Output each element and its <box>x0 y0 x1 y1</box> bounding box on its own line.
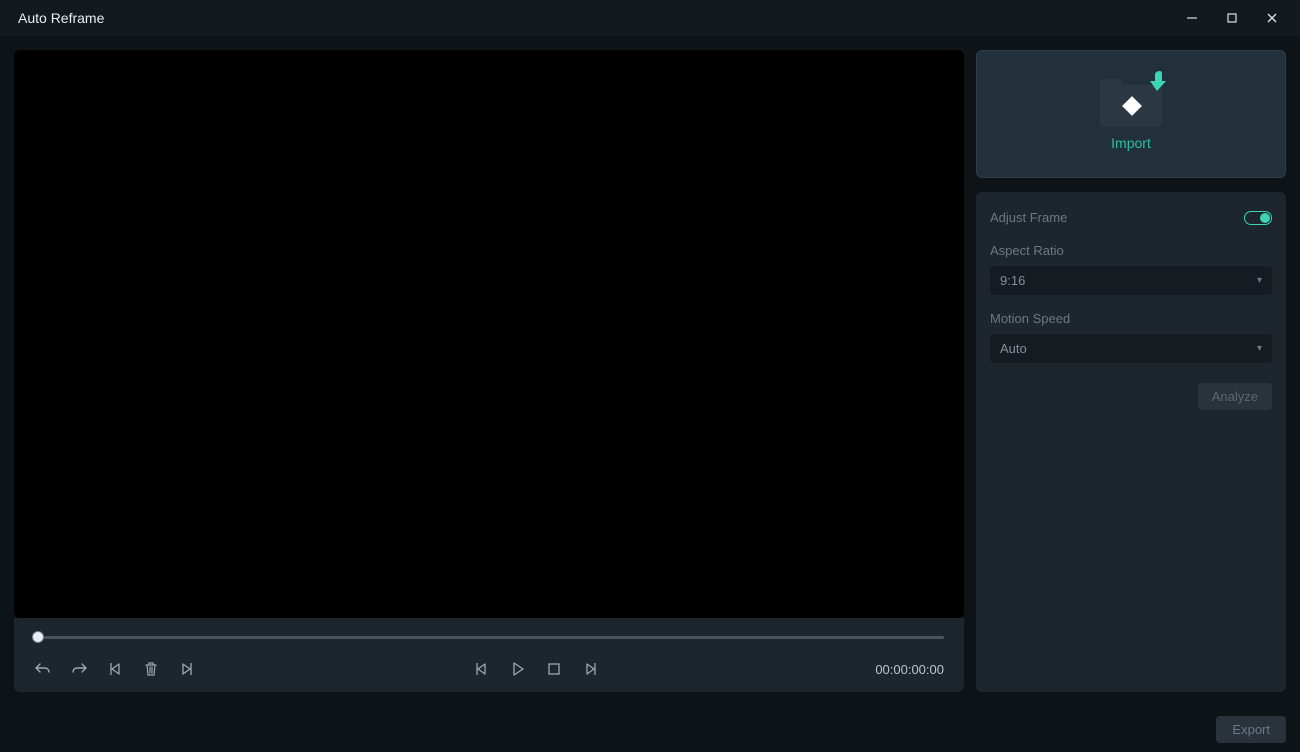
jump-end-button[interactable] <box>178 660 196 678</box>
motion-speed-value: Auto <box>1000 341 1027 356</box>
chevron-down-icon: ▾ <box>1257 343 1262 354</box>
logo-diamond-icon <box>1122 96 1142 116</box>
motion-speed-label: Motion Speed <box>990 311 1272 326</box>
timecode: 00:00:00:00 <box>875 662 944 677</box>
step-back-icon <box>474 661 490 677</box>
playhead[interactable] <box>32 631 44 643</box>
footer: Export <box>0 706 1300 752</box>
import-icon <box>1100 77 1162 127</box>
playback-panel: 00:00:00:00 <box>14 618 964 692</box>
titlebar: Auto Reframe <box>0 0 1300 36</box>
play-icon <box>510 661 526 677</box>
redo-icon <box>71 661 87 677</box>
minimize-icon <box>1185 11 1199 25</box>
window-title: Auto Reframe <box>18 10 104 26</box>
main-area: 00:00:00:00 Import Adjust Frame <box>0 36 1300 706</box>
minimize-button[interactable] <box>1172 3 1212 33</box>
skip-end-icon <box>179 661 195 677</box>
jump-start-button[interactable] <box>106 660 124 678</box>
adjust-frame-toggle[interactable] <box>1244 211 1272 225</box>
stop-icon <box>546 661 562 677</box>
close-button[interactable] <box>1252 3 1292 33</box>
aspect-ratio-value: 9:16 <box>1000 273 1025 288</box>
skip-start-icon <box>107 661 123 677</box>
import-label: Import <box>1111 135 1151 151</box>
step-forward-button[interactable] <box>581 660 599 678</box>
video-preview[interactable] <box>14 50 964 618</box>
adjust-frame-label: Adjust Frame <box>990 210 1067 225</box>
preview-column: 00:00:00:00 <box>14 50 964 692</box>
play-button[interactable] <box>509 660 527 678</box>
playback-controls <box>473 660 599 678</box>
close-icon <box>1265 11 1279 25</box>
analyze-row: Analyze <box>990 383 1272 410</box>
timeline[interactable] <box>34 630 944 644</box>
controls-row: 00:00:00:00 <box>34 660 944 678</box>
maximize-icon <box>1225 11 1239 25</box>
window-controls <box>1172 3 1292 33</box>
timeline-track <box>34 636 944 639</box>
undo-button[interactable] <box>34 660 52 678</box>
aspect-ratio-label: Aspect Ratio <box>990 243 1272 258</box>
step-forward-icon <box>582 661 598 677</box>
import-button[interactable]: Import <box>976 50 1286 178</box>
chevron-down-icon: ▾ <box>1257 275 1262 286</box>
stop-button[interactable] <box>545 660 563 678</box>
export-button[interactable]: Export <box>1216 716 1286 743</box>
trash-icon <box>143 661 159 677</box>
download-arrow-icon <box>1146 69 1168 93</box>
settings-panel: Adjust Frame Aspect Ratio 9:16 ▾ Motion … <box>976 192 1286 692</box>
step-back-button[interactable] <box>473 660 491 678</box>
delete-button[interactable] <box>142 660 160 678</box>
toggle-knob <box>1260 213 1270 223</box>
motion-speed-select[interactable]: Auto ▾ <box>990 334 1272 363</box>
edit-controls <box>34 660 196 678</box>
adjust-frame-row: Adjust Frame <box>990 210 1272 225</box>
aspect-ratio-select[interactable]: 9:16 ▾ <box>990 266 1272 295</box>
maximize-button[interactable] <box>1212 3 1252 33</box>
redo-button[interactable] <box>70 660 88 678</box>
analyze-button[interactable]: Analyze <box>1198 383 1272 410</box>
sidebar: Import Adjust Frame Aspect Ratio 9:16 ▾ … <box>976 50 1286 692</box>
undo-icon <box>35 661 51 677</box>
